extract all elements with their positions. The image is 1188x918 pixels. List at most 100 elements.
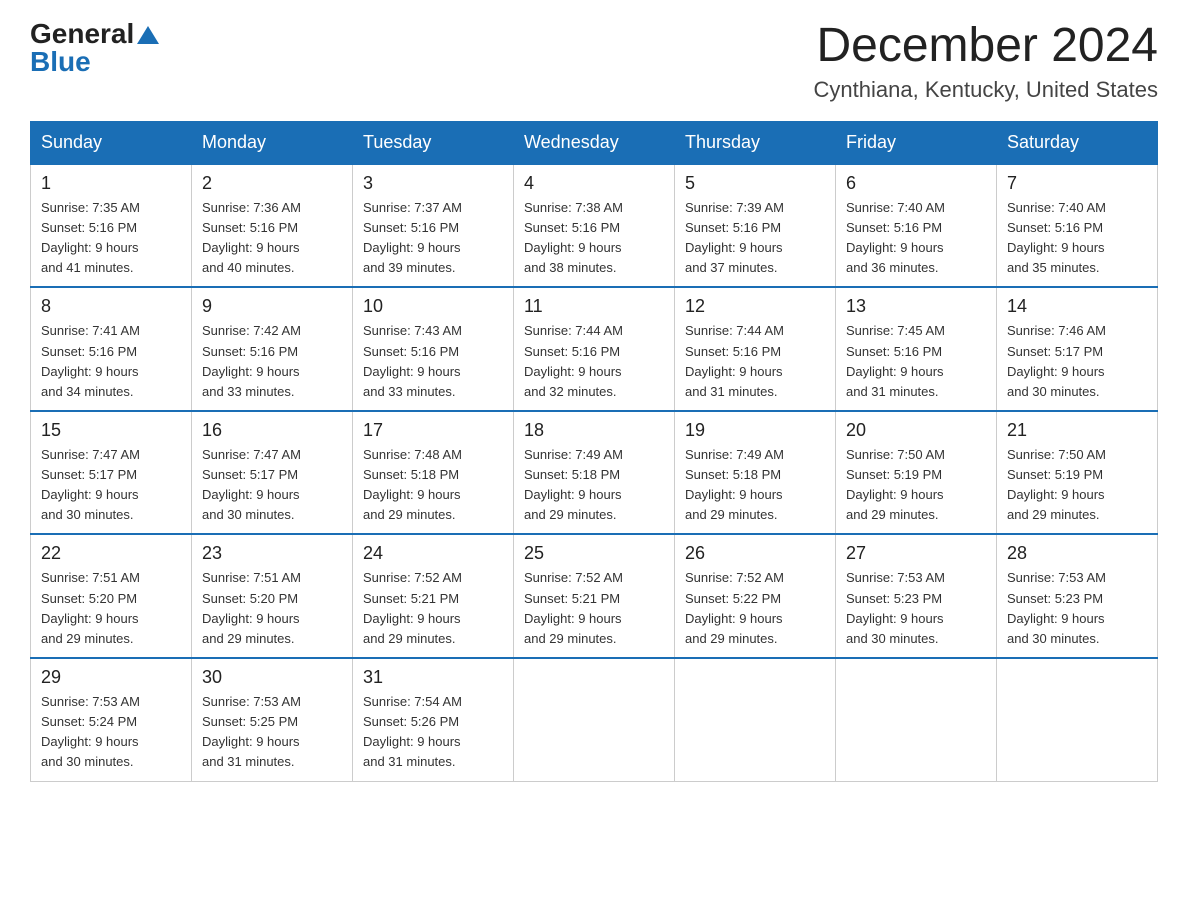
calendar-body: 1Sunrise: 7:35 AMSunset: 5:16 PMDaylight…	[31, 164, 1158, 781]
day-info: Sunrise: 7:50 AMSunset: 5:19 PMDaylight:…	[1007, 445, 1147, 526]
calendar-week-row: 8 Sunrise: 7:41 AMSunset: 5:16 PMDaylight…	[31, 287, 1158, 411]
calendar-cell: 26 Sunrise: 7:52 AMSunset: 5:22 PMDayligh…	[675, 534, 836, 658]
day-info: Sunrise: 7:54 AMSunset: 5:26 PMDaylight:…	[363, 692, 503, 773]
day-info: Sunrise: 7:47 AMSunset: 5:17 PMDaylight:…	[41, 445, 181, 526]
page-header: General Blue December 2024 Cynthiana, Ke…	[30, 20, 1158, 103]
day-info: Sunrise: 7:49 AMSunset: 5:18 PMDaylight:…	[685, 445, 825, 526]
calendar-cell: 25Sunrise: 7:52 AMSunset: 5:21 PMDayligh…	[514, 534, 675, 658]
day-info: Sunrise: 7:49 AMSunset: 5:18 PMDaylight:…	[524, 445, 664, 526]
day-info: Sunrise: 7:40 AMSunset: 5:16 PMDaylight:…	[846, 198, 986, 279]
calendar-cell: 1Sunrise: 7:35 AMSunset: 5:16 PMDaylight…	[31, 164, 192, 288]
day-number: 5	[685, 173, 825, 194]
day-number: 26	[685, 543, 825, 564]
location-title: Cynthiana, Kentucky, United States	[814, 77, 1158, 103]
day-number: 15	[41, 420, 181, 441]
day-info: Sunrise: 7:53 AMSunset: 5:23 PMDaylight:…	[846, 568, 986, 649]
calendar-header-monday: Monday	[192, 121, 353, 164]
calendar-cell: 29Sunrise: 7:53 AMSunset: 5:24 PMDayligh…	[31, 658, 192, 781]
calendar-cell: 15 Sunrise: 7:47 AMSunset: 5:17 PMDayligh…	[31, 411, 192, 535]
calendar-table: SundayMondayTuesdayWednesdayThursdayFrid…	[30, 121, 1158, 782]
calendar-header-sunday: Sunday	[31, 121, 192, 164]
calendar-cell	[836, 658, 997, 781]
calendar-header-friday: Friday	[836, 121, 997, 164]
calendar-cell: 24Sunrise: 7:52 AMSunset: 5:21 PMDayligh…	[353, 534, 514, 658]
calendar-cell: 31 Sunrise: 7:54 AMSunset: 5:26 PMDayligh…	[353, 658, 514, 781]
calendar-header-tuesday: Tuesday	[353, 121, 514, 164]
day-number: 10	[363, 296, 503, 317]
calendar-cell: 27 Sunrise: 7:53 AMSunset: 5:23 PMDayligh…	[836, 534, 997, 658]
calendar-header-thursday: Thursday	[675, 121, 836, 164]
calendar-header-wednesday: Wednesday	[514, 121, 675, 164]
calendar-cell: 28 Sunrise: 7:53 AMSunset: 5:23 PMDayligh…	[997, 534, 1158, 658]
day-info: Sunrise: 7:53 AMSunset: 5:24 PMDaylight:…	[41, 692, 181, 773]
day-number: 22	[41, 543, 181, 564]
calendar-cell: 13 Sunrise: 7:45 AMSunset: 5:16 PMDayligh…	[836, 287, 997, 411]
day-number: 23	[202, 543, 342, 564]
day-info: Sunrise: 7:51 AMSunset: 5:20 PMDaylight:…	[202, 568, 342, 649]
day-info: Sunrise: 7:51 AMSunset: 5:20 PMDaylight:…	[41, 568, 181, 649]
logo-blue: Blue	[30, 46, 91, 77]
day-number: 20	[846, 420, 986, 441]
day-number: 18	[524, 420, 664, 441]
calendar-cell: 6Sunrise: 7:40 AMSunset: 5:16 PMDaylight…	[836, 164, 997, 288]
calendar-cell: 3Sunrise: 7:37 AMSunset: 5:16 PMDaylight…	[353, 164, 514, 288]
calendar-cell: 5 Sunrise: 7:39 AMSunset: 5:16 PMDaylight…	[675, 164, 836, 288]
calendar-cell: 11 Sunrise: 7:44 AMSunset: 5:16 PMDayligh…	[514, 287, 675, 411]
day-number: 13	[846, 296, 986, 317]
day-info: Sunrise: 7:48 AMSunset: 5:18 PMDaylight:…	[363, 445, 503, 526]
day-number: 27	[846, 543, 986, 564]
calendar-cell: 10 Sunrise: 7:43 AMSunset: 5:16 PMDayligh…	[353, 287, 514, 411]
calendar-cell	[514, 658, 675, 781]
day-info: Sunrise: 7:47 AMSunset: 5:17 PMDaylight:…	[202, 445, 342, 526]
calendar-cell: 7Sunrise: 7:40 AMSunset: 5:16 PMDaylight…	[997, 164, 1158, 288]
calendar-cell: 9 Sunrise: 7:42 AMSunset: 5:16 PMDaylight…	[192, 287, 353, 411]
day-info: Sunrise: 7:41 AMSunset: 5:16 PMDaylight:…	[41, 321, 181, 402]
day-number: 31	[363, 667, 503, 688]
calendar-cell: 16 Sunrise: 7:47 AMSunset: 5:17 PMDayligh…	[192, 411, 353, 535]
day-number: 11	[524, 296, 664, 317]
calendar-week-row: 1Sunrise: 7:35 AMSunset: 5:16 PMDaylight…	[31, 164, 1158, 288]
day-info: Sunrise: 7:44 AMSunset: 5:16 PMDaylight:…	[524, 321, 664, 402]
day-number: 19	[685, 420, 825, 441]
logo-triangle-icon	[137, 26, 159, 44]
calendar-cell: 21Sunrise: 7:50 AMSunset: 5:19 PMDayligh…	[997, 411, 1158, 535]
calendar-cell: 14Sunrise: 7:46 AMSunset: 5:17 PMDayligh…	[997, 287, 1158, 411]
calendar-header-row: SundayMondayTuesdayWednesdayThursdayFrid…	[31, 121, 1158, 164]
day-info: Sunrise: 7:36 AMSunset: 5:16 PMDaylight:…	[202, 198, 342, 279]
calendar-week-row: 22 Sunrise: 7:51 AMSunset: 5:20 PMDayligh…	[31, 534, 1158, 658]
day-number: 24	[363, 543, 503, 564]
day-number: 17	[363, 420, 503, 441]
calendar-cell: 20 Sunrise: 7:50 AMSunset: 5:19 PMDayligh…	[836, 411, 997, 535]
calendar-cell: 23 Sunrise: 7:51 AMSunset: 5:20 PMDayligh…	[192, 534, 353, 658]
calendar-cell: 17 Sunrise: 7:48 AMSunset: 5:18 PMDayligh…	[353, 411, 514, 535]
day-info: Sunrise: 7:42 AMSunset: 5:16 PMDaylight:…	[202, 321, 342, 402]
calendar-header-saturday: Saturday	[997, 121, 1158, 164]
day-number: 28	[1007, 543, 1147, 564]
day-info: Sunrise: 7:53 AMSunset: 5:23 PMDaylight:…	[1007, 568, 1147, 649]
day-number: 4	[524, 173, 664, 194]
day-info: Sunrise: 7:45 AMSunset: 5:16 PMDaylight:…	[846, 321, 986, 402]
day-info: Sunrise: 7:44 AMSunset: 5:16 PMDaylight:…	[685, 321, 825, 402]
day-number: 30	[202, 667, 342, 688]
day-number: 16	[202, 420, 342, 441]
calendar-cell: 12Sunrise: 7:44 AMSunset: 5:16 PMDayligh…	[675, 287, 836, 411]
calendar-cell	[997, 658, 1158, 781]
day-info: Sunrise: 7:46 AMSunset: 5:17 PMDaylight:…	[1007, 321, 1147, 402]
calendar-cell: 22 Sunrise: 7:51 AMSunset: 5:20 PMDayligh…	[31, 534, 192, 658]
calendar-cell: 30Sunrise: 7:53 AMSunset: 5:25 PMDayligh…	[192, 658, 353, 781]
day-info: Sunrise: 7:40 AMSunset: 5:16 PMDaylight:…	[1007, 198, 1147, 279]
title-block: December 2024 Cynthiana, Kentucky, Unite…	[814, 20, 1158, 103]
logo: General Blue	[30, 20, 159, 76]
day-info: Sunrise: 7:52 AMSunset: 5:22 PMDaylight:…	[685, 568, 825, 649]
month-title: December 2024	[814, 20, 1158, 73]
day-number: 9	[202, 296, 342, 317]
day-info: Sunrise: 7:43 AMSunset: 5:16 PMDaylight:…	[363, 321, 503, 402]
day-info: Sunrise: 7:35 AMSunset: 5:16 PMDaylight:…	[41, 198, 181, 279]
day-info: Sunrise: 7:50 AMSunset: 5:19 PMDaylight:…	[846, 445, 986, 526]
day-info: Sunrise: 7:38 AMSunset: 5:16 PMDaylight:…	[524, 198, 664, 279]
calendar-week-row: 15 Sunrise: 7:47 AMSunset: 5:17 PMDayligh…	[31, 411, 1158, 535]
calendar-week-row: 29Sunrise: 7:53 AMSunset: 5:24 PMDayligh…	[31, 658, 1158, 781]
day-info: Sunrise: 7:39 AMSunset: 5:16 PMDaylight:…	[685, 198, 825, 279]
day-number: 8	[41, 296, 181, 317]
calendar-cell: 8 Sunrise: 7:41 AMSunset: 5:16 PMDaylight…	[31, 287, 192, 411]
